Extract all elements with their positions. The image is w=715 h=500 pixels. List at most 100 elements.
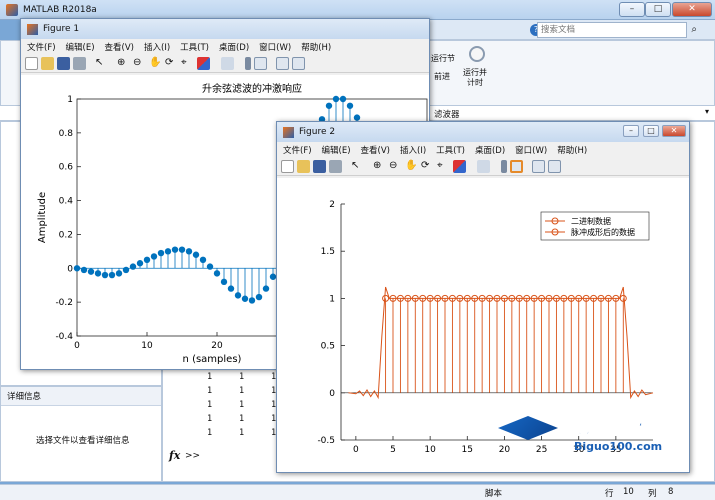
rotate-icon[interactable]: ⟳ — [165, 57, 178, 70]
watermark: 必过源码 Biguo100.com — [498, 410, 698, 460]
save-icon[interactable] — [57, 57, 70, 70]
pan-icon[interactable]: ✋ — [149, 57, 162, 70]
print-icon[interactable] — [73, 57, 86, 70]
open-file-icon[interactable] — [41, 57, 54, 70]
chevron-down-icon[interactable]: ▾ — [705, 107, 709, 116]
status-bar: 脚本 行 10 列 8 — [0, 484, 715, 500]
figure1-menubar: 文件(F) 编辑(E) 查看(V) 插入(I) 工具(T) 桌面(D) 窗口(W… — [21, 39, 429, 55]
dock-icon[interactable] — [548, 160, 561, 173]
search-icon[interactable]: ⌕ — [691, 24, 697, 35]
x-tick-label: 20 — [211, 341, 223, 351]
menu-insert[interactable]: 插入(I) — [144, 41, 170, 53]
menu-tools[interactable]: 工具(T) — [436, 144, 465, 156]
x-tick-label: 10 — [141, 341, 153, 351]
data-cursor-icon[interactable]: ⌖ — [181, 57, 194, 70]
stem-marker — [94, 270, 102, 277]
stem-marker — [73, 265, 81, 272]
pointer-icon[interactable]: ↖ — [351, 160, 364, 173]
save-icon[interactable] — [313, 160, 326, 173]
close-button[interactable]: ✕ — [662, 125, 686, 137]
fx-icon[interactable]: fx — [169, 449, 180, 462]
menu-help[interactable]: 帮助(H) — [557, 144, 587, 156]
run-section-button[interactable]: 运行节 — [431, 53, 455, 64]
minimize-button[interactable]: – — [623, 125, 639, 137]
hide-tools-icon[interactable] — [532, 160, 545, 173]
pointer-icon[interactable]: ↖ — [95, 57, 108, 70]
x-tick-label: 5 — [390, 445, 396, 455]
legend-icon[interactable] — [254, 57, 267, 70]
figure1-titlebar[interactable]: Figure 1 — [21, 19, 429, 39]
menu-edit[interactable]: 编辑(E) — [66, 41, 95, 53]
matrix-row: 111 — [207, 372, 277, 382]
y-tick-label: -0.2 — [55, 298, 73, 308]
matrix-row: 111 — [207, 428, 277, 438]
advance-button[interactable]: 前进 — [434, 71, 450, 82]
menu-file[interactable]: 文件(F) — [27, 41, 56, 53]
menu-tools[interactable]: 工具(T) — [180, 41, 209, 53]
figure2-titlebar[interactable]: Figure 2 – □ ✕ — [277, 122, 689, 142]
y-axis-label: Amplitude — [37, 192, 48, 243]
doc-search-input[interactable] — [537, 22, 687, 38]
stem-marker — [108, 271, 116, 279]
close-button[interactable]: ✕ — [672, 2, 712, 17]
stem-marker — [129, 263, 137, 270]
menu-desktop[interactable]: 桌面(D) — [475, 144, 505, 156]
hide-tools-icon[interactable] — [276, 57, 289, 70]
colorbar-icon[interactable] — [501, 160, 507, 173]
legend-label: 脉冲成形后的数据 — [571, 227, 635, 237]
link-icon[interactable] — [221, 57, 234, 70]
path-text[interactable]: 滤波器 — [434, 108, 460, 120]
matrix-row: 111 — [207, 386, 277, 396]
stem-marker — [241, 295, 249, 302]
zoom-in-icon[interactable]: ⊕ — [117, 57, 130, 70]
matrix-output: 111 111 111 111 111 — [207, 372, 276, 438]
stem-marker — [332, 95, 340, 103]
figure2-toolbar: ↖ ⊕ ⊖ ✋ ⟳ ⌖ — [277, 158, 689, 176]
menu-desktop[interactable]: 桌面(D) — [219, 41, 249, 53]
timer-icon — [469, 46, 485, 62]
run-and-time-button[interactable]: 运行并 计时 — [463, 68, 487, 88]
legend-label: 二进制数据 — [571, 216, 611, 226]
brush-icon[interactable] — [197, 57, 210, 70]
brush-icon[interactable] — [453, 160, 466, 173]
new-figure-icon[interactable] — [281, 160, 294, 173]
menu-view[interactable]: 查看(V) — [105, 41, 134, 53]
zoom-out-icon[interactable]: ⊖ — [389, 160, 402, 173]
maximize-button[interactable]: □ — [643, 125, 659, 137]
x-tick-label: 15 — [462, 445, 473, 455]
y-tick-label: 1.5 — [321, 247, 335, 257]
new-figure-icon[interactable] — [25, 57, 38, 70]
status-mode: 脚本 — [485, 489, 503, 499]
stem-marker — [171, 246, 179, 253]
menu-insert[interactable]: 插入(I) — [400, 144, 426, 156]
zoom-in-icon[interactable]: ⊕ — [373, 160, 386, 173]
zoom-out-icon[interactable]: ⊖ — [133, 57, 146, 70]
colorbar-icon[interactable] — [245, 57, 251, 70]
minimize-button[interactable]: – — [619, 2, 645, 17]
menu-edit[interactable]: 编辑(E) — [322, 144, 351, 156]
menu-view[interactable]: 查看(V) — [361, 144, 390, 156]
rotate-icon[interactable]: ⟳ — [421, 160, 434, 173]
menu-window[interactable]: 窗口(W) — [515, 144, 547, 156]
data-cursor-icon[interactable]: ⌖ — [437, 160, 450, 173]
y-tick-label: 1 — [329, 294, 335, 304]
maximize-button[interactable]: □ — [645, 2, 671, 17]
command-prompt: >> — [185, 451, 201, 461]
pan-icon[interactable]: ✋ — [405, 160, 418, 173]
menu-help[interactable]: 帮助(H) — [301, 41, 331, 53]
link-icon[interactable] — [477, 160, 490, 173]
y-tick-label: -0.4 — [55, 332, 73, 342]
print-icon[interactable] — [329, 160, 342, 173]
watermark-url: Biguo100.com — [574, 440, 663, 453]
chart-title: 升余弦滤波的冲激响应 — [202, 82, 302, 95]
stem-marker — [199, 256, 207, 264]
menu-file[interactable]: 文件(F) — [283, 144, 312, 156]
open-file-icon[interactable] — [297, 160, 310, 173]
legend-icon[interactable] — [510, 160, 523, 173]
matlab-titlebar: MATLAB R2018a – □ ✕ — [0, 0, 715, 20]
y-tick-label: 2 — [329, 200, 335, 210]
graduation-cap-icon — [498, 416, 558, 440]
menu-window[interactable]: 窗口(W) — [259, 41, 291, 53]
dock-icon[interactable] — [292, 57, 305, 70]
app-title: MATLAB R2018a — [23, 4, 97, 15]
